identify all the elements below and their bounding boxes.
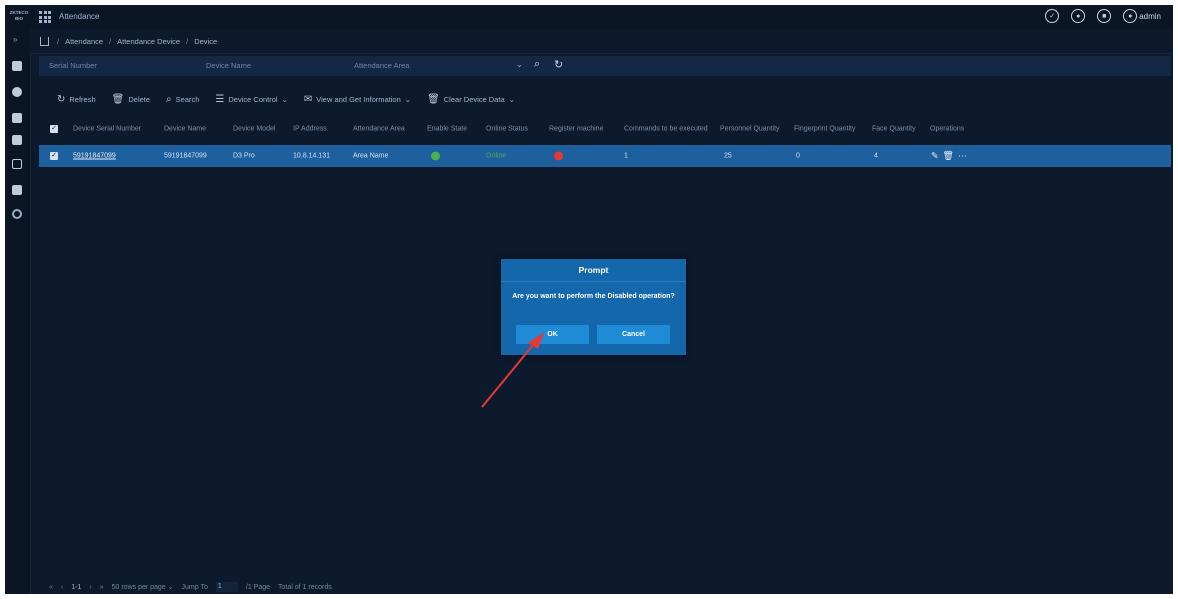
view-info-icon: ✉ bbox=[303, 93, 313, 105]
sidebar: » bbox=[5, 29, 31, 594]
search-button[interactable]: ⌕ Search bbox=[166, 94, 199, 105]
commands-count: 1 bbox=[624, 152, 628, 160]
jump-input[interactable]: 1 bbox=[215, 582, 238, 592]
device-name-input[interactable]: Device Name bbox=[206, 61, 251, 70]
check-icon[interactable]: ✓ bbox=[1045, 9, 1060, 23]
expand-icon[interactable]: » bbox=[13, 35, 17, 44]
device-icon[interactable] bbox=[12, 61, 22, 71]
next-icon[interactable]: › bbox=[89, 584, 91, 591]
col-ip[interactable]: IP Address bbox=[293, 126, 327, 133]
user-icon: ● bbox=[1123, 9, 1138, 23]
view-info-menu[interactable]: ✉ View and Get Information ⌄ bbox=[304, 94, 411, 105]
more-icon[interactable]: ⋯ bbox=[958, 151, 967, 162]
home-icon[interactable] bbox=[40, 36, 49, 46]
table-row[interactable]: ✓ 59191847099 59191847099 D3 Pro 10.8.14… bbox=[39, 145, 1171, 167]
total-records: Total of 1 records bbox=[278, 583, 332, 591]
col-operations: Operations bbox=[930, 125, 965, 133]
trash-icon: 🗑 bbox=[427, 93, 440, 105]
prev-icon[interactable]: ‹ bbox=[61, 584, 63, 591]
row-checkbox[interactable]: ✓ bbox=[50, 152, 58, 160]
col-register[interactable]: Register machine bbox=[549, 126, 603, 133]
delete-button[interactable]: 🗑 Delete bbox=[112, 94, 150, 105]
user-menu[interactable]: ● admin bbox=[1123, 9, 1161, 23]
chevron-down-icon[interactable]: ⌄ bbox=[516, 60, 523, 69]
register-status-icon bbox=[554, 151, 563, 161]
top-right-icons: ✓ ● ■ ● admin bbox=[1045, 9, 1161, 23]
col-area[interactable]: Attendance Area bbox=[353, 126, 405, 133]
col-online[interactable]: Online Status bbox=[486, 126, 528, 133]
prev-page-icon[interactable]: « bbox=[49, 584, 53, 591]
col-face[interactable]: Face Quantity bbox=[872, 126, 916, 133]
settings-icon[interactable] bbox=[12, 209, 22, 219]
breadcrumb-item[interactable]: Attendance bbox=[65, 37, 103, 46]
col-serial[interactable]: Device Serial Number bbox=[73, 126, 141, 133]
online-status: Online bbox=[486, 152, 507, 160]
refresh-icon: ↻ bbox=[57, 93, 66, 105]
breadcrumb-item[interactable]: Attendance Device bbox=[117, 37, 180, 46]
chevron-down-icon: ⌄ bbox=[508, 94, 515, 104]
col-fingerprint[interactable]: Fingerprint Quantity bbox=[794, 126, 855, 133]
col-commands[interactable]: Commands to be executed bbox=[624, 126, 708, 133]
chevron-down-icon: ⌄ bbox=[281, 94, 288, 104]
attendance-area: Area Name bbox=[353, 152, 389, 160]
search-icon: ⌕ bbox=[166, 93, 172, 105]
page-range: 1-1 bbox=[71, 583, 82, 591]
device-control-icon: ☰ bbox=[215, 93, 225, 105]
device-model: D3 Pro bbox=[233, 152, 255, 160]
face-count: 4 bbox=[874, 152, 878, 160]
serial-link[interactable]: 59191847099 bbox=[73, 153, 116, 160]
select-all-checkbox[interactable]: ✓ bbox=[50, 125, 58, 133]
report-icon[interactable] bbox=[12, 159, 22, 169]
app-title: Attendance bbox=[59, 12, 100, 21]
table-header: ✓ Device Serial Number Device Name Devic… bbox=[39, 119, 1171, 139]
trash-icon[interactable]: 🗑 bbox=[943, 151, 954, 162]
annotation-arrow-icon bbox=[481, 332, 544, 408]
fingerprint-count: 0 bbox=[796, 152, 800, 160]
breadcrumb: / Attendance / Attendance Device / Devic… bbox=[30, 29, 1173, 54]
chevron-down-icon: ⌄ bbox=[404, 94, 412, 104]
dialog-title: Prompt bbox=[501, 259, 686, 282]
info-icon[interactable]: ■ bbox=[1097, 9, 1112, 23]
edit-icon[interactable]: ✎ bbox=[931, 151, 939, 162]
search-bar: Serial Number Device Name Attendance Are… bbox=[39, 56, 1171, 76]
apps-grid-icon[interactable] bbox=[39, 11, 51, 23]
document-icon[interactable] bbox=[12, 185, 22, 195]
ip-address: 10.8.14.131 bbox=[293, 152, 330, 160]
next-page-icon[interactable]: » bbox=[100, 584, 104, 591]
calendar-icon[interactable] bbox=[12, 135, 22, 145]
cancel-button[interactable]: Cancel bbox=[597, 325, 670, 344]
col-personnel[interactable]: Personnel Quantity bbox=[720, 126, 780, 133]
refresh-button[interactable]: ↻ Refresh bbox=[57, 94, 96, 105]
logo: ZKTECO BIO bbox=[9, 10, 29, 21]
clear-data-menu[interactable]: 🗑 Clear Device Data ⌄ bbox=[427, 94, 515, 105]
jump-label: Jump To bbox=[181, 583, 208, 591]
trash-icon: 🗑 bbox=[111, 93, 125, 105]
toolbar: ↻ Refresh 🗑 Delete ⌕ Search ☰ Device Con… bbox=[39, 91, 1173, 107]
reset-icon[interactable]: ↻ bbox=[554, 58, 563, 71]
serial-number-input[interactable]: Serial Number bbox=[49, 61, 97, 70]
device-table: ✓ Device Serial Number Device Name Devic… bbox=[39, 119, 1171, 167]
username: admin bbox=[1139, 11, 1161, 21]
info-circle-icon[interactable] bbox=[12, 87, 22, 97]
row-operations: ✎ 🗑 ⋯ bbox=[931, 151, 967, 162]
device-control-menu[interactable]: ☰ Device Control ⌄ bbox=[215, 94, 287, 105]
page-info: /1 Page bbox=[245, 583, 271, 591]
per-page-select[interactable]: 50 rows per page ⌄ bbox=[112, 583, 174, 591]
search-icon[interactable]: ⌕ bbox=[534, 58, 540, 71]
bell-icon[interactable]: ● bbox=[1071, 9, 1086, 23]
attendance-area-select[interactable]: Attendance Area bbox=[354, 61, 409, 70]
col-model[interactable]: Device Model bbox=[233, 126, 275, 133]
dialog-message: Are you want to perform the Disabled ope… bbox=[512, 293, 675, 300]
enabled-status-icon[interactable] bbox=[431, 151, 440, 161]
pagination: « ‹ 1-1 › » 50 rows per page ⌄ Jump To 1… bbox=[39, 579, 1173, 594]
col-name[interactable]: Device Name bbox=[164, 126, 206, 133]
breadcrumb-item: Device bbox=[194, 36, 218, 46]
top-bar: ZKTECO BIO Attendance ✓ ● ■ ● admin bbox=[5, 5, 1173, 30]
device-name: 59191847099 bbox=[164, 152, 207, 160]
personnel-count: 25 bbox=[724, 152, 732, 160]
checklist-icon[interactable] bbox=[12, 113, 22, 123]
app-window: ZKTECO BIO Attendance ✓ ● ■ ● admin » / A… bbox=[5, 5, 1173, 594]
col-enable[interactable]: Enable State bbox=[427, 126, 467, 133]
